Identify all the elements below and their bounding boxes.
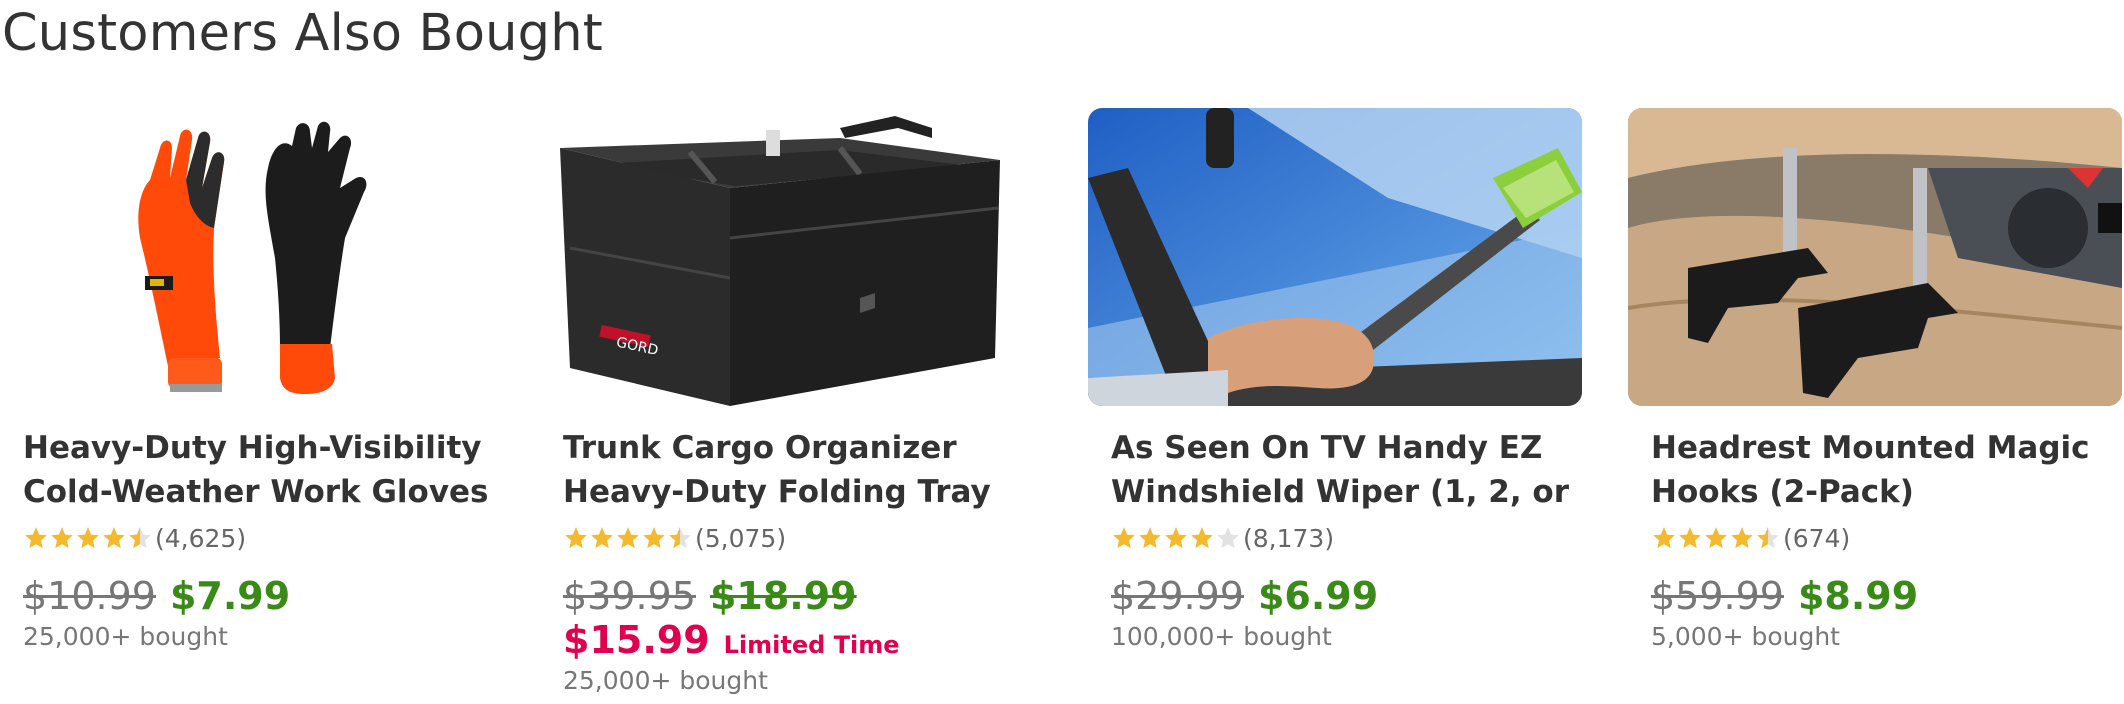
promo-price-line: $15.99 Limited Time	[563, 618, 1034, 662]
product-title[interactable]: Heavy-Duty High-Visibility Cold-Weather …	[23, 426, 493, 514]
gloves-image[interactable]	[0, 108, 494, 406]
price-block: $10.99 $7.99	[23, 574, 494, 618]
star-full-icon	[1163, 525, 1189, 551]
price-block: $39.95 $18.99	[563, 574, 1034, 618]
limited-time-badge: Limited Time	[723, 631, 900, 659]
star-full-icon	[1137, 525, 1163, 551]
price-block: $59.99 $8.99	[1651, 574, 2122, 618]
bought-count: 5,000+ bought	[1651, 622, 1840, 651]
bought-count: 25,000+ bought	[563, 666, 768, 695]
star-full-icon	[1729, 525, 1755, 551]
sale-price: $6.99	[1257, 574, 1379, 618]
original-price: $10.99	[23, 574, 156, 618]
star-full-icon	[49, 525, 75, 551]
original-price: $59.99	[1651, 574, 1784, 618]
star-full-icon	[589, 525, 615, 551]
product-card[interactable]: Heavy-Duty High-Visibility Cold-Weather …	[0, 108, 494, 651]
product-rating: (674)	[1651, 522, 2122, 554]
sale-price: $8.99	[1797, 574, 1919, 618]
star-empty-icon	[1215, 525, 1241, 551]
original-price: $39.95	[563, 574, 696, 618]
star-full-icon	[563, 525, 589, 551]
original-price: $29.99	[1111, 574, 1244, 618]
product-title[interactable]: As Seen On TV Handy EZ Windshield Wiper …	[1111, 426, 1581, 514]
promo-price: $15.99	[563, 618, 710, 662]
star-full-icon	[1111, 525, 1137, 551]
rating-count: (4,625)	[155, 523, 247, 553]
star-half-icon	[1755, 525, 1781, 551]
product-rating: (8,173)	[1111, 522, 1582, 554]
rating-count: (674)	[1783, 523, 1851, 553]
rating-count: (5,075)	[695, 523, 787, 553]
headrest-hooks-image[interactable]	[1628, 108, 2122, 406]
product-title[interactable]: Trunk Cargo Organizer Heavy-Duty Folding…	[563, 426, 1033, 514]
bought-count: 25,000+ bought	[23, 622, 228, 651]
product-card[interactable]: Headrest Mounted Magic Hooks (2-Pack) (6…	[1628, 108, 2122, 651]
sale-price: $18.99	[709, 574, 857, 618]
product-card[interactable]: As Seen On TV Handy EZ Windshield Wiper …	[1088, 108, 1582, 651]
price-block: $29.99 $6.99	[1111, 574, 1582, 618]
star-full-icon	[1677, 525, 1703, 551]
star-full-icon	[1703, 525, 1729, 551]
star-full-icon	[1189, 525, 1215, 551]
star-rating	[1111, 525, 1241, 551]
windshield-wiper-image[interactable]	[1088, 108, 1582, 406]
product-title[interactable]: Headrest Mounted Magic Hooks (2-Pack)	[1651, 426, 2121, 514]
sale-price: $7.99	[169, 574, 291, 618]
star-full-icon	[615, 525, 641, 551]
trunk-organizer-image[interactable]: GORD	[540, 108, 1034, 406]
star-full-icon	[23, 525, 49, 551]
star-half-icon	[667, 525, 693, 551]
star-full-icon	[75, 525, 101, 551]
star-rating	[23, 525, 153, 551]
star-full-icon	[1651, 525, 1677, 551]
section-title: Customers Also Bought	[2, 4, 603, 63]
star-full-icon	[101, 525, 127, 551]
bought-count: 100,000+ bought	[1111, 622, 1332, 651]
product-card[interactable]: GORD Trunk Cargo Organizer Heavy-Duty Fo…	[540, 108, 1034, 695]
rating-count: (8,173)	[1243, 523, 1335, 553]
star-rating	[563, 525, 693, 551]
star-half-icon	[127, 525, 153, 551]
star-full-icon	[641, 525, 667, 551]
product-rating: (5,075)	[563, 522, 1034, 554]
product-rating: (4,625)	[23, 522, 494, 554]
star-rating	[1651, 525, 1781, 551]
